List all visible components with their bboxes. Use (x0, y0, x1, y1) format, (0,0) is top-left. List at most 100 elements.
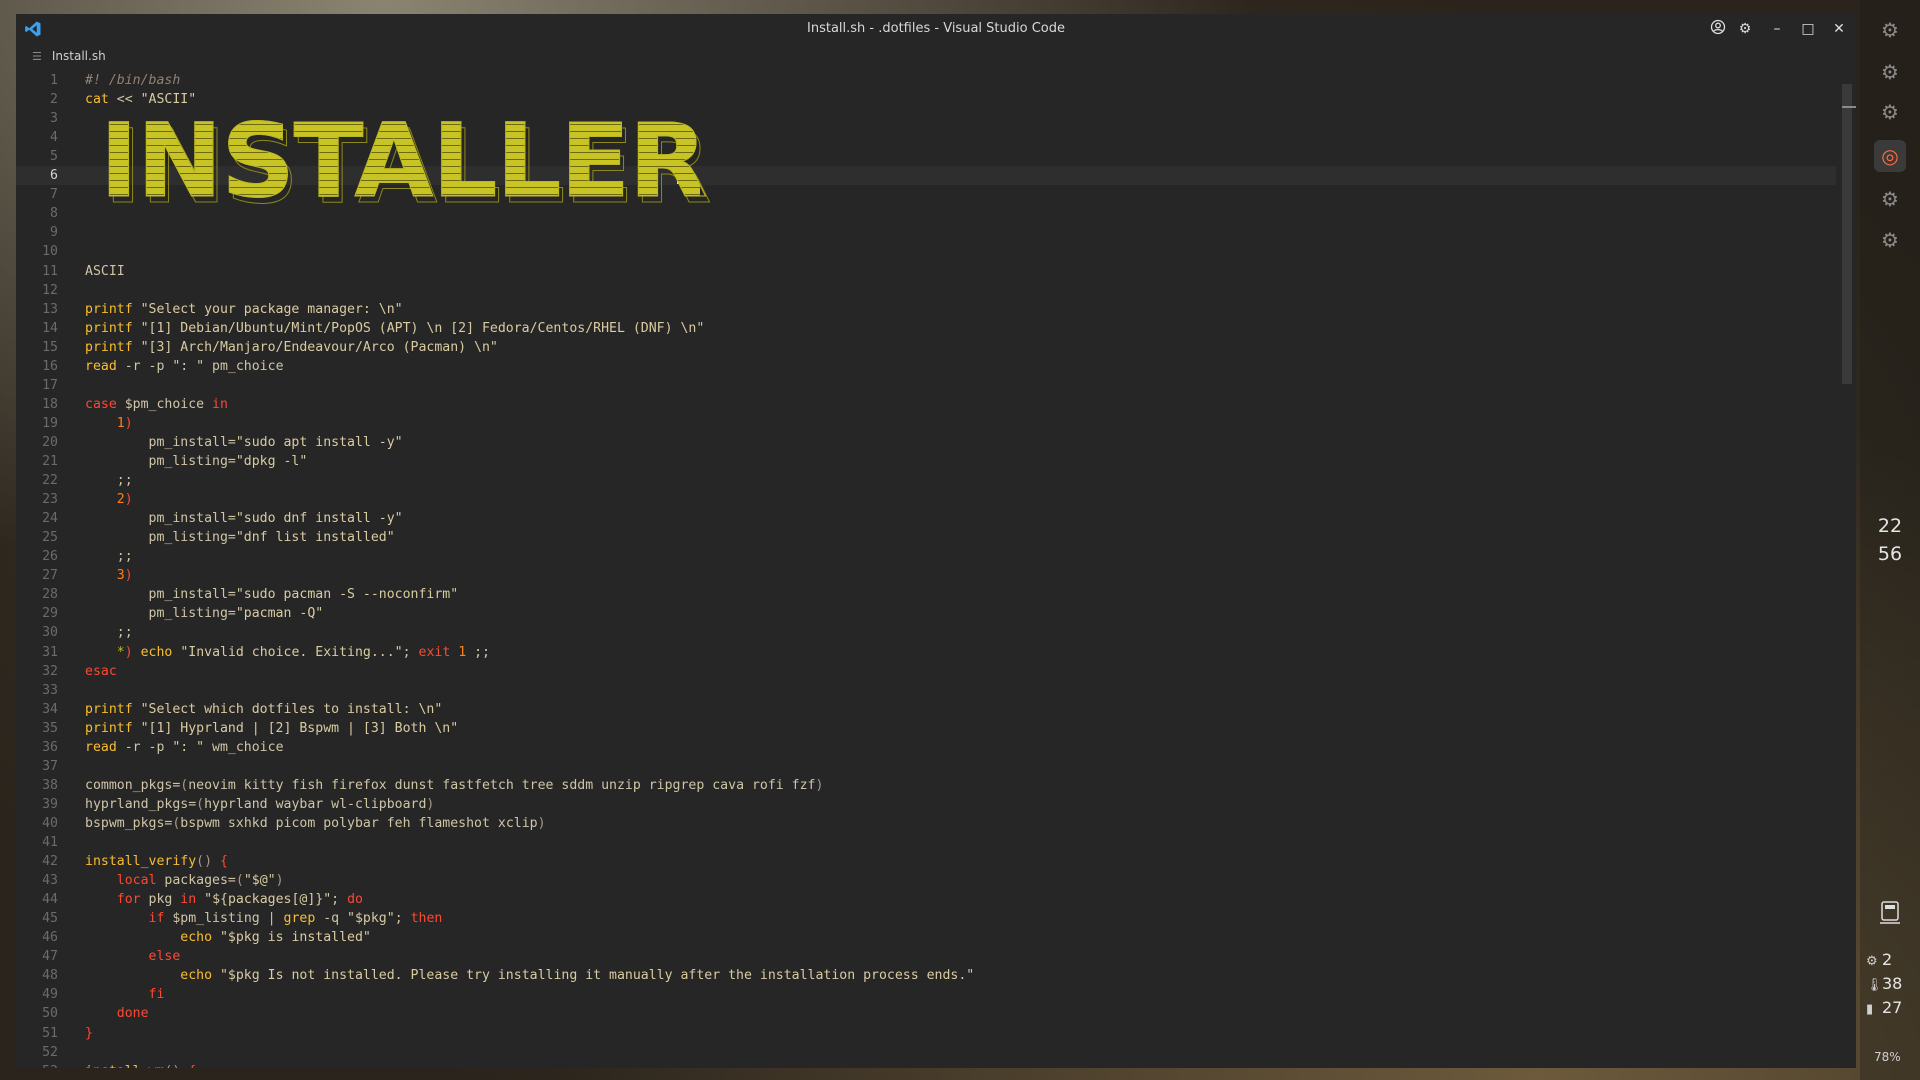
line-number: 7 (50, 187, 58, 203)
line-number: 12 (42, 282, 58, 298)
line-number: 24 (42, 511, 58, 527)
code-line[interactable]: 14 printf "[1] Debian/Ubuntu/Mint/PopOS (… (16, 319, 1836, 338)
line-number: 35 (42, 720, 58, 736)
code-text: read -r -p ": " pm_choice (85, 358, 284, 374)
code-text: pm_install="sudo pacman -S --noconfirm" (85, 587, 459, 603)
line-number: 51 (42, 1025, 58, 1041)
code-line[interactable]: 48 echo "$pkg Is not installed. Please t… (16, 966, 1836, 985)
code-line[interactable]: 27 3) (16, 566, 1836, 585)
code-line[interactable]: 39 hyprland_pkgs=(hyprland waybar wl-clip… (16, 795, 1836, 814)
line-number: 42 (42, 854, 58, 870)
code-line[interactable]: 32 esac (16, 662, 1836, 681)
title-bar: Install.sh - .dotfiles - Visual Studio C… (16, 14, 1856, 44)
line-number: 47 (42, 949, 58, 965)
code-line[interactable]: 22 ;; (16, 471, 1836, 490)
code-text: ;; (85, 625, 133, 641)
line-number: 43 (42, 873, 58, 889)
code-line[interactable]: 38 common_pkgs=(neovim kitty fish firefox… (16, 776, 1836, 795)
code-line[interactable]: 42 install_verify() { (16, 852, 1836, 871)
vscode-window: Install.sh - .dotfiles - Visual Studio C… (16, 14, 1856, 1068)
code-line[interactable]: 45 if $pm_listing | grep -q "$pkg"; then (16, 909, 1836, 928)
code-line[interactable]: 53 install_wm() { (16, 1062, 1836, 1068)
close-button[interactable]: ✕ (1829, 19, 1849, 39)
line-number: 6 (50, 168, 58, 184)
clock[interactable]: 22 56 (1862, 512, 1918, 568)
code-line[interactable]: 24 pm_install="sudo dnf install -y" (16, 509, 1836, 528)
code-line[interactable]: 20 pm_install="sudo apt install -y" (16, 433, 1836, 452)
code-line[interactable]: 26 ;; (16, 547, 1836, 566)
file-lines-icon: ☰ (32, 50, 42, 63)
line-number: 2 (50, 92, 58, 108)
code-line[interactable]: 35 printf "[1] Hyprland | [2] Bspwm | [3]… (16, 719, 1836, 738)
code-line[interactable]: 15 printf "[3] Arch/Manjaro/Endeavour/Arc… (16, 338, 1836, 357)
line-number: 37 (42, 758, 58, 774)
code-line[interactable]: 1 #! /bin/bash (16, 71, 1836, 90)
code-line[interactable]: 44 for pkg in "${packages[@]}"; do (16, 890, 1836, 909)
code-line[interactable]: 16 read -r -p ": " pm_choice (16, 357, 1836, 376)
code-line[interactable]: 30 ;; (16, 623, 1836, 642)
code-line[interactable]: 23 2) (16, 490, 1836, 509)
code-line[interactable]: 28 pm_install="sudo pacman -S --noconfir… (16, 585, 1836, 604)
settings-icon[interactable]: ⚙ (1874, 14, 1906, 46)
code-line[interactable]: 36 read -r -p ": " wm_choice (16, 738, 1836, 757)
code-line[interactable]: 10 (16, 242, 1836, 261)
line-number: 14 (42, 320, 58, 336)
code-line[interactable]: 43 local packages=("$@") (16, 871, 1836, 890)
active-app-icon[interactable]: ◎ (1874, 140, 1906, 172)
code-line[interactable]: 34 printf "Select which dotfiles to insta… (16, 700, 1836, 719)
ascii-banner-text: INSTALLER (100, 102, 709, 221)
code-line[interactable]: 46 echo "$pkg is installed" (16, 928, 1836, 947)
tray-cpu[interactable]: ⚙ 2 (1866, 950, 1920, 969)
code-text: install_wm() { (85, 1062, 196, 1068)
code-line[interactable]: 13 printf "Select your package manager: \… (16, 300, 1836, 319)
code-line[interactable]: 50 done (16, 1004, 1836, 1023)
code-line[interactable]: 40 bspwm_pkgs=(bspwm sxhkd picom polybar … (16, 814, 1836, 833)
line-number: 1 (50, 73, 58, 88)
code-line[interactable]: 49 fi (16, 985, 1836, 1004)
code-text: bspwm_pkgs=(bspwm sxhkd picom polybar fe… (85, 815, 546, 831)
code-line[interactable]: 41 (16, 833, 1836, 852)
code-line[interactable]: 11 ASCII (16, 262, 1836, 281)
code-line[interactable]: 12 (16, 281, 1836, 300)
settings-icon[interactable]: ⚙ (1874, 224, 1906, 256)
code-text: esac (85, 663, 117, 679)
maximize-button[interactable]: □ (1798, 19, 1818, 39)
code-line[interactable]: 19 1) (16, 414, 1836, 433)
code-text: *) echo "Invalid choice. Exiting..."; ex… (116, 644, 490, 660)
vertical-scrollbar[interactable] (1842, 84, 1852, 384)
battery-icon[interactable] (1874, 900, 1906, 932)
code-text: 3) (116, 568, 133, 584)
settings-icon[interactable]: ⚙ (1874, 96, 1906, 128)
line-number: 19 (42, 415, 58, 431)
code-line[interactable]: 21 pm_listing="dpkg -l" (16, 452, 1836, 471)
code-line[interactable]: 33 (16, 681, 1836, 700)
code-line[interactable]: 17 (16, 376, 1836, 395)
settings-icon[interactable]: ⚙ (1874, 56, 1906, 88)
code-text: else (148, 949, 181, 965)
minimize-button[interactable]: – (1767, 19, 1787, 39)
code-line[interactable]: 25 pm_listing="dnf list installed" (16, 528, 1836, 547)
account-icon[interactable] (1708, 19, 1728, 39)
line-number: 53 (16, 1062, 58, 1068)
line-number: 34 (42, 701, 58, 717)
line-number: 52 (42, 1044, 58, 1060)
zoom-level: 78% (1874, 1050, 1901, 1064)
tray-memory[interactable]: ▮ 27 (1866, 998, 1920, 1017)
code-line[interactable]: 31 *) echo "Invalid choice. Exiting...";… (16, 643, 1836, 662)
line-number: 25 (42, 530, 58, 546)
code-text: ;; (85, 549, 133, 565)
code-line[interactable]: 47 else (16, 947, 1836, 966)
code-line[interactable]: 37 (16, 757, 1836, 776)
code-line[interactable]: 18 case $pm_choice in (16, 395, 1836, 414)
code-text: printf "Select your package manager: \n" (85, 301, 403, 317)
code-line[interactable]: 51} (16, 1024, 1836, 1043)
settings-icon[interactable]: ⚙ (1874, 183, 1906, 215)
code-line[interactable]: 29 pm_listing="pacman -Q" (16, 604, 1836, 623)
code-text: printf "[1] Hyprland | [2] Bspwm | [3] B… (85, 720, 459, 736)
tray-temperature[interactable]: 🌡38 (1866, 974, 1920, 993)
code-line[interactable]: 52 (16, 1043, 1836, 1062)
manage-gear-icon[interactable]: ⚙ (1735, 19, 1755, 39)
breadcrumb-file[interactable]: Install.sh (52, 49, 106, 63)
breadcrumb[interactable]: ☰ Install.sh (32, 49, 106, 63)
line-number: 20 (42, 434, 58, 450)
